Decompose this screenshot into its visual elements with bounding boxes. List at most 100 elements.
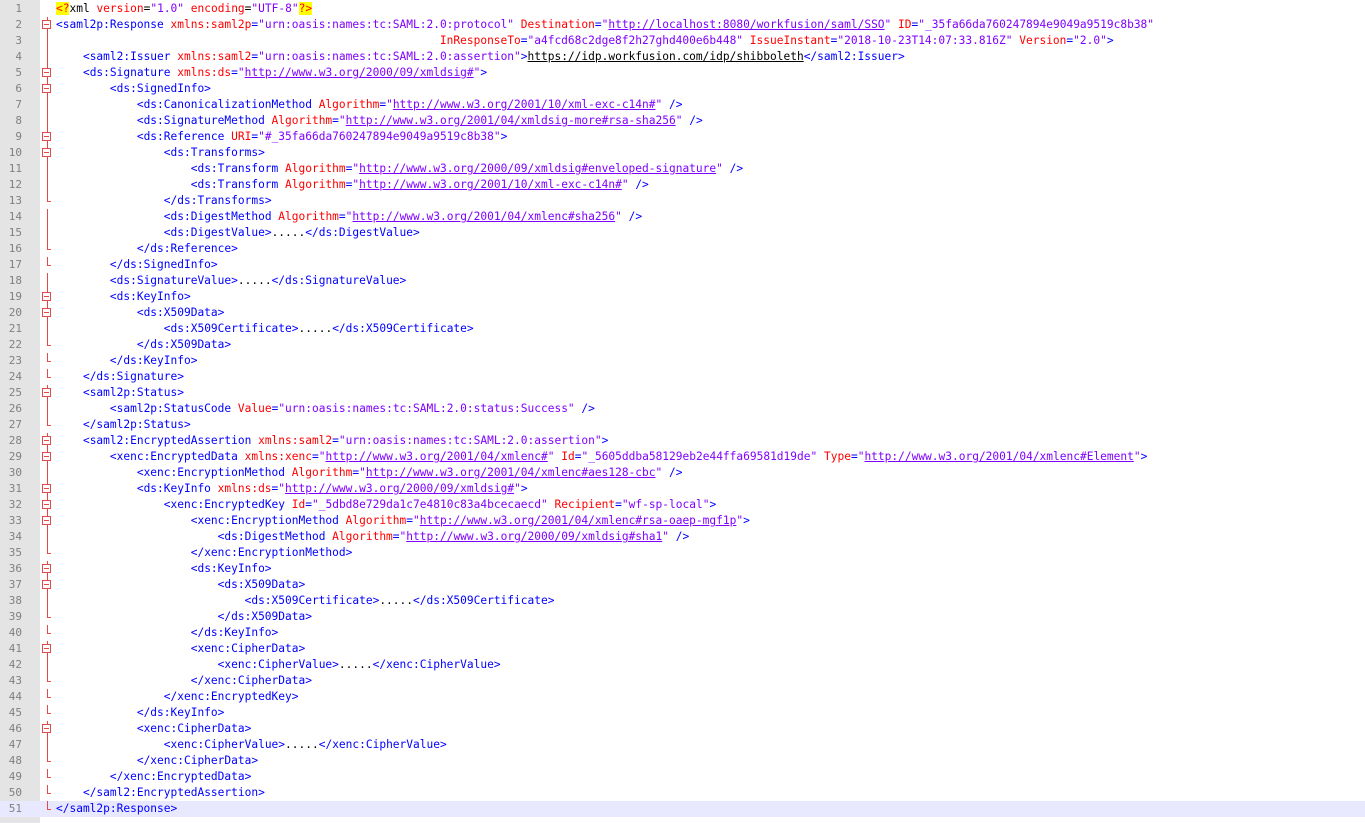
code-line[interactable]: 29 <xenc:EncryptedData xmlns:xenc="http:… — [0, 449, 1365, 465]
fold-toggle-icon[interactable] — [40, 305, 55, 321]
code-line[interactable]: 15 <ds:DigestValue>.....</ds:DigestValue… — [0, 225, 1365, 241]
code-line[interactable]: 34 <ds:DigestMethod Algorithm= "http://ww… — [0, 529, 1365, 545]
code-text[interactable]: </ds:KeyInfo> — [56, 625, 279, 641]
code-text[interactable]: </ds:KeyInfo> — [56, 705, 225, 721]
code-text[interactable]: <ds:DigestMethod Algorithm= "http://www.w… — [56, 529, 690, 545]
code-line[interactable]: 18 <ds:SignatureValue>.....</ds:Signatur… — [0, 273, 1365, 289]
code-text[interactable]: <xenc:CipherValue>.....</xenc:CipherValu… — [56, 737, 447, 753]
fold-toggle-icon[interactable] — [40, 561, 55, 577]
code-editor[interactable]: 1 <?xml version="1.0" encoding="UTF-8"?> 2… — [0, 1, 1365, 817]
fold-toggle-icon[interactable] — [40, 481, 55, 497]
code-text[interactable]: </xenc:EncryptedData> — [56, 769, 251, 785]
code-text[interactable]: <ds:Transform Algorithm="http://www.w3.o… — [56, 161, 743, 177]
fold-toggle-icon[interactable] — [40, 129, 55, 145]
code-line[interactable]: 35 </xenc:EncryptionMethod> — [0, 545, 1365, 561]
code-text[interactable]: <ds:KeyInfo> — [56, 289, 191, 305]
code-text[interactable]: </ds:X509Data> — [56, 609, 312, 625]
fold-toggle-icon[interactable] — [40, 65, 55, 81]
code-line[interactable]: 49 </xenc:EncryptedData> — [0, 769, 1365, 785]
code-text[interactable]: <ds:Transforms> — [56, 145, 265, 161]
code-line[interactable]: 27 </saml2p:Status> — [0, 417, 1365, 433]
code-line[interactable]: 20 <ds:X509Data> — [0, 305, 1365, 321]
code-line[interactable]: 33 <xenc:EncryptionMethod Algorithm="htt… — [0, 513, 1365, 529]
code-line[interactable]: 30 <xenc:EncryptionMethod Algorithm="htt… — [0, 465, 1365, 481]
code-line[interactable]: 2 <saml2p:Response xmlns:saml2p = "urn:oasi… — [0, 17, 1365, 33]
code-line[interactable]: 36 <ds:KeyInfo> — [0, 561, 1365, 577]
code-line[interactable]: 32 <xenc:EncryptedKey Id="_5dbd8e729da1c… — [0, 497, 1365, 513]
code-text[interactable]: <ds:X509Certificate>.....</ds:X509Certif… — [56, 321, 474, 337]
code-text[interactable]: </ds:Transforms> — [56, 193, 272, 209]
fold-toggle-icon[interactable] — [40, 641, 55, 657]
fold-toggle-icon[interactable] — [40, 17, 55, 33]
code-line[interactable]: 26 <saml2p:StatusCode Value="urn:oasis:n… — [0, 401, 1365, 417]
code-line[interactable]: 50 </saml2:EncryptedAssertion> — [0, 785, 1365, 801]
code-line[interactable]: 8 <ds:SignatureMethod Algorithm="http://… — [0, 113, 1365, 129]
fold-toggle-icon[interactable] — [40, 721, 55, 737]
code-text[interactable]: </ds:Signature> — [56, 369, 184, 385]
code-text[interactable]: <ds:X509Data> — [56, 577, 306, 593]
code-line[interactable]: 23 </ds:KeyInfo> — [0, 353, 1365, 369]
code-text[interactable]: <ds:Reference URI="#_35fa66da760247894e9… — [56, 129, 508, 145]
code-line[interactable]: 43 </xenc:CipherData> — [0, 673, 1365, 689]
code-text[interactable]: <ds:SignatureMethod Algorithm="http://ww… — [56, 113, 703, 129]
code-line[interactable]: 3 InResponseTo="a4fcd68c2dge8f2h27ghd400… — [0, 33, 1365, 49]
code-text[interactable]: <xenc:EncryptionMethod Algorithm="http:/… — [56, 513, 750, 529]
code-line[interactable]: 19 <ds:KeyInfo> — [0, 289, 1365, 305]
code-text[interactable]: </xenc:CipherData> — [56, 673, 312, 689]
code-text[interactable]: <xenc:CipherData> — [56, 721, 252, 737]
code-text[interactable]: </saml2p:Status> — [56, 417, 191, 433]
code-text[interactable]: <ds:X509Data> — [56, 305, 225, 321]
code-line[interactable]: 13 </ds:Transforms> — [0, 193, 1365, 209]
code-line[interactable]: 22 </ds:X509Data> — [0, 337, 1365, 353]
code-line[interactable]: 47 <xenc:CipherValue>.....</xenc:CipherV… — [0, 737, 1365, 753]
code-line[interactable]: 4 <saml2:Issuer xmlns:saml2="urn:oasis:n… — [0, 49, 1365, 65]
code-line[interactable]: 5 <ds:Signature xmlns:ds="http://www.w3.… — [0, 65, 1365, 81]
code-text[interactable]: <xenc:CipherValue>.....</xenc:CipherValu… — [56, 657, 501, 673]
code-line[interactable]: 39 </ds:X509Data> — [0, 609, 1365, 625]
code-line[interactable]: 17 </ds:SignedInfo> — [0, 257, 1365, 273]
fold-toggle-icon[interactable] — [40, 577, 55, 593]
code-text[interactable]: <saml2p:StatusCode Value="urn:oasis:name… — [56, 401, 595, 417]
code-text[interactable]: <ds:Signature xmlns:ds="http://www.w3.or… — [56, 65, 487, 81]
code-text[interactable]: <ds:SignedInfo> — [56, 81, 211, 97]
code-line[interactable]: 6 <ds:SignedInfo> — [0, 81, 1365, 97]
code-line[interactable]: 11 <ds:Transform Algorithm="http://www.w… — [0, 161, 1365, 177]
code-text[interactable]: <ds:DigestMethod Algorithm= "http://www.w… — [56, 209, 642, 225]
code-text[interactable]: <saml2:Issuer xmlns:saml2="urn:oasis:nam… — [56, 49, 905, 65]
code-line[interactable]: 10 <ds:Transforms> — [0, 145, 1365, 161]
code-line[interactable]: 31 <ds:KeyInfo xmlns:ds="http://www.w3.o… — [0, 481, 1365, 497]
code-text[interactable]: </ds:KeyInfo> — [56, 353, 198, 369]
code-line[interactable]: 21 <ds:X509Certificate>.....</ds:X509Cer… — [0, 321, 1365, 337]
code-text[interactable]: <xenc:EncryptedKey Id="_5dbd8e729da1c7e4… — [56, 497, 716, 513]
code-line[interactable]: 51 </saml2p:Response> — [0, 801, 1365, 817]
code-text[interactable]: </saml2:EncryptedAssertion> — [56, 785, 265, 801]
fold-toggle-icon[interactable] — [40, 145, 55, 161]
code-text[interactable]: </saml2p:Response> — [56, 801, 177, 817]
fold-toggle-icon[interactable] — [40, 81, 55, 97]
fold-toggle-icon[interactable] — [40, 449, 55, 465]
code-text[interactable]: <ds:KeyInfo> — [56, 561, 272, 577]
code-text[interactable]: <saml2p:Response xmlns:saml2p = "urn:oasis… — [56, 17, 1154, 33]
code-text[interactable]: <?xml version="1.0" encoding="UTF-8"?> — [56, 1, 313, 17]
code-text[interactable]: <xenc:EncryptionMethod Algorithm="http:/… — [56, 465, 683, 481]
code-line[interactable]: 48 </xenc:CipherData> — [0, 753, 1365, 769]
fold-toggle-icon[interactable] — [40, 513, 55, 529]
code-text[interactable]: InResponseTo="a4fcd68c2dge8f2h27ghd400e6… — [56, 33, 1114, 49]
code-text[interactable]: <xenc:CipherData> — [56, 641, 306, 657]
code-text[interactable]: <saml2:EncryptedAssertion xmlns:saml2="u… — [56, 433, 608, 449]
code-text[interactable]: </ds:Reference> — [56, 241, 238, 257]
code-text[interactable]: <ds:DigestValue>.....</ds:DigestValue> — [56, 225, 420, 241]
code-line[interactable]: 28 <saml2:EncryptedAssertion xmlns:saml2… — [0, 433, 1365, 449]
code-line[interactable]: 41 <xenc:CipherData> — [0, 641, 1365, 657]
code-line[interactable]: 42 <xenc:CipherValue>.....</xenc:CipherV… — [0, 657, 1365, 673]
code-text[interactable]: <ds:KeyInfo xmlns:ds="http://www.w3.org/… — [56, 481, 528, 497]
code-text[interactable]: </ds:SignedInfo> — [56, 257, 218, 273]
code-text[interactable]: </xenc:EncryptionMethod> — [56, 545, 353, 561]
code-text[interactable]: <saml2p:Status> — [56, 385, 184, 401]
code-line[interactable]: 44 </xenc:EncryptedKey> — [0, 689, 1365, 705]
code-line[interactable]: 25 <saml2p:Status> — [0, 385, 1365, 401]
code-text[interactable]: <ds:X509Certificate>.....</ds:X509Certif… — [56, 593, 555, 609]
fold-toggle-icon[interactable] — [40, 385, 55, 401]
code-text[interactable]: <ds:Transform Algorithm="http://www.w3.o… — [56, 177, 649, 193]
code-line[interactable]: 38 <ds:X509Certificate>.....</ds:X509Cer… — [0, 593, 1365, 609]
